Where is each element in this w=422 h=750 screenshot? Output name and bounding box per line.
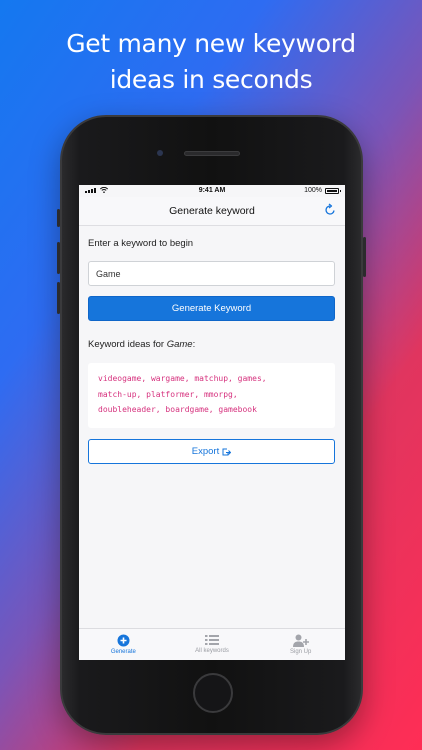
home-button[interactable] — [193, 673, 233, 713]
keyword-ideas-label: Keyword ideas for Game: — [88, 339, 336, 350]
phone-power-button — [363, 237, 366, 277]
keyword-results-line: doubleheader, boardgame, gamebook — [98, 405, 257, 414]
navigation-bar: Generate keyword — [79, 197, 345, 226]
user-plus-icon — [292, 634, 309, 647]
keyword-ideas-keyword: Game — [166, 339, 193, 350]
keyword-prompt: Enter a keyword to begin — [88, 238, 194, 249]
phone-mute-switch — [57, 209, 60, 227]
list-icon — [205, 635, 219, 645]
promo-headline-line2: ideas in seconds — [109, 65, 313, 94]
tab-sign-up[interactable]: Sign Up — [256, 629, 345, 660]
keyword-results-box: videogame, wargame, matchup, games, matc… — [88, 363, 335, 428]
battery-indicator: 100% — [304, 187, 341, 194]
promo-headline-line1: Get many new keyword — [66, 29, 356, 58]
tab-generate[interactable]: Generate — [79, 629, 168, 660]
status-bar: 9:41 AM 100% — [79, 185, 345, 197]
plus-circle-icon — [117, 634, 130, 647]
export-label: Export — [191, 446, 220, 457]
external-link-icon — [222, 448, 232, 455]
phone-volume-down — [57, 282, 60, 314]
generate-keyword-button[interactable]: Generate Keyword — [88, 296, 335, 321]
app-screen: 9:41 AM 100% Generate keyword Enter a ke… — [79, 185, 345, 660]
promo-headline: Get many new keyword ideas in seconds — [0, 26, 422, 98]
battery-icon — [325, 187, 341, 194]
keyword-results-line: videogame, wargame, matchup, games, — [98, 374, 267, 383]
page-title: Generate keyword — [169, 205, 255, 217]
phone-frame: 9:41 AM 100% Generate keyword Enter a ke… — [57, 115, 366, 735]
tab-all-keywords[interactable]: All keywords — [168, 629, 257, 660]
keyword-ideas-suffix: : — [192, 339, 196, 350]
main-content: Enter a keyword to begin Generate Keywor… — [79, 238, 345, 464]
phone-volume-up — [57, 242, 60, 274]
tab-all-keywords-label: All keywords — [195, 648, 229, 654]
front-camera — [157, 150, 163, 156]
keyword-input[interactable] — [88, 261, 335, 286]
export-button[interactable]: Export — [88, 439, 335, 464]
refresh-icon[interactable] — [323, 203, 337, 217]
earpiece-speaker — [184, 151, 240, 156]
tab-bar: Generate All keywords Sign Up — [79, 628, 345, 660]
keyword-ideas-prefix: Keyword ideas for — [88, 339, 167, 350]
tab-sign-up-label: Sign Up — [290, 649, 312, 655]
tab-generate-label: Generate — [110, 649, 136, 655]
keyword-results-line: match-up, platformer, mmorpg, — [98, 389, 238, 399]
battery-percent: 100% — [304, 187, 322, 194]
